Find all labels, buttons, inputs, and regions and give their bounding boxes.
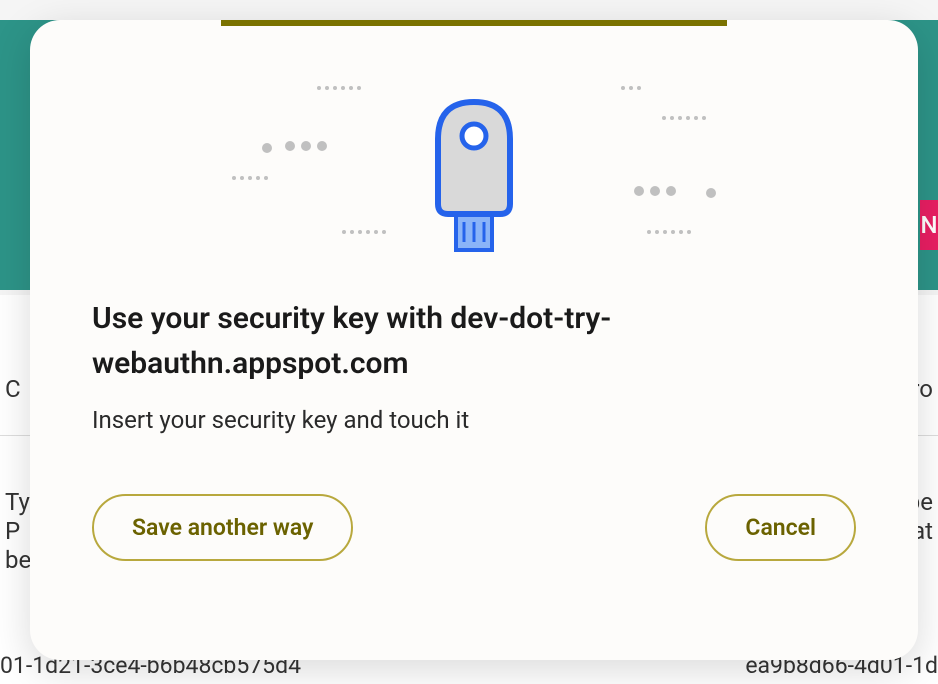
decorative-dots (662, 116, 706, 120)
decorative-dots (621, 86, 641, 90)
decorative-dots (634, 186, 676, 196)
background-text-left-header: C (5, 375, 21, 403)
background-pink-button: N (920, 200, 938, 250)
decorative-dots (262, 143, 272, 153)
cancel-button[interactable]: Cancel (705, 494, 856, 561)
dialog-actions: Save another way Cancel (92, 494, 856, 561)
decorative-dots (232, 176, 268, 180)
decorative-dots (317, 86, 361, 90)
background-text-left: Ty P be (5, 488, 31, 574)
dialog-subtitle: Insert your security key and touch it (92, 406, 856, 434)
decorative-dots (706, 188, 716, 198)
security-key-icon (424, 94, 524, 259)
dialog-title: Use your security key with dev-dot-try-w… (92, 296, 856, 386)
decorative-dots (647, 230, 691, 234)
decorative-dots (285, 141, 327, 151)
save-another-way-button[interactable]: Save another way (92, 494, 353, 561)
decorative-dots (342, 230, 386, 234)
security-key-illustration (92, 76, 856, 276)
security-key-dialog: Use your security key with dev-dot-try-w… (30, 20, 918, 660)
